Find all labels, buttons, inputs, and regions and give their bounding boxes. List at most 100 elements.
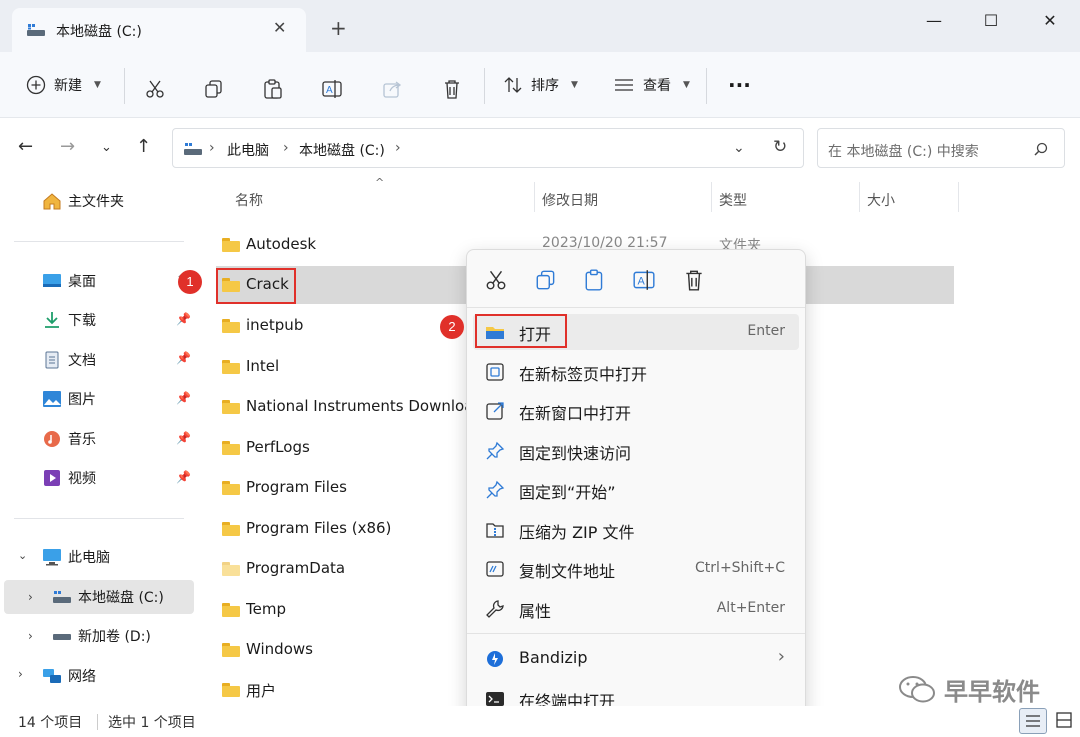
- sidebar-item-drive-d[interactable]: › 新加卷 (D:): [4, 619, 194, 653]
- maximize-button[interactable]: ☐: [971, 8, 1011, 32]
- close-button[interactable]: ✕: [1030, 8, 1070, 32]
- forward-arrow-icon[interactable]: →: [60, 136, 75, 157]
- pin-icon[interactable]: 📌: [176, 312, 191, 326]
- column-header-type[interactable]: 类型: [719, 190, 747, 210]
- tiles-view-button[interactable]: [1052, 708, 1078, 734]
- more-options-button[interactable]: ···: [728, 70, 751, 100]
- menu-item-properties[interactable]: 属性 Alt+Enter: [473, 591, 799, 627]
- menu-label: 固定到快速访问: [519, 444, 632, 463]
- new-tab-button[interactable]: +: [330, 18, 347, 38]
- chevron-down-icon: ▼: [683, 80, 690, 90]
- recent-chevron-icon[interactable]: ⌄: [101, 140, 112, 155]
- column-divider[interactable]: [859, 182, 860, 212]
- new-window-icon: [486, 402, 504, 420]
- file-name: 用户: [246, 682, 277, 700]
- pin-icon[interactable]: 📌: [176, 431, 191, 445]
- menu-label: 在新窗口中打开: [519, 404, 632, 423]
- back-arrow-icon[interactable]: ←: [18, 136, 33, 157]
- menu-item-copy-path[interactable]: 复制文件地址 Ctrl+Shift+C: [473, 551, 799, 587]
- menu-item-compress-zip[interactable]: 压缩为 ZIP 文件: [473, 512, 799, 548]
- column-divider[interactable]: [958, 182, 959, 212]
- command-bar: 新建 ▼ A 排序 ▼ 查看 ▼ ···: [0, 52, 1080, 118]
- sidebar-item-this-pc[interactable]: 此电脑: [42, 540, 237, 574]
- highlight-box-crack: [216, 268, 296, 304]
- column-header-name[interactable]: 名称: [235, 190, 263, 210]
- picture-icon: [43, 391, 61, 407]
- video-icon: [44, 470, 60, 486]
- rename-icon[interactable]: A: [321, 74, 343, 104]
- sidebar-item-desktop[interactable]: 桌面: [42, 264, 237, 298]
- address-bar[interactable]: › 此电脑 › 本地磁盘 (C:) › ⌄ ↻: [172, 128, 804, 168]
- delete-icon[interactable]: [682, 268, 706, 292]
- sidebar-label: 此电脑: [68, 550, 110, 566]
- details-view-button[interactable]: [1019, 708, 1047, 734]
- file-name: ProgramData: [246, 559, 346, 577]
- chevron-down-icon: ▼: [571, 80, 578, 90]
- file-name: Program Files (x86): [246, 519, 392, 537]
- folder-icon: [222, 683, 240, 697]
- column-divider[interactable]: [534, 182, 535, 212]
- sort-button[interactable]: 排序 ▼: [503, 70, 578, 100]
- refresh-icon[interactable]: ↻: [773, 137, 787, 157]
- breadcrumb-this-pc[interactable]: 此电脑: [227, 140, 269, 160]
- expand-chevron-icon[interactable]: ⌄: [18, 549, 27, 562]
- address-dropdown-icon[interactable]: ⌄: [733, 140, 745, 156]
- collapse-chevron-icon[interactable]: ›: [28, 629, 33, 643]
- menu-divider: [467, 307, 805, 308]
- menu-item-pin-start[interactable]: 固定到“开始”: [473, 472, 799, 508]
- cut-icon[interactable]: [144, 74, 166, 104]
- sidebar-item-drive-c[interactable]: › 本地磁盘 (C:): [4, 580, 194, 614]
- document-icon: [45, 351, 59, 369]
- menu-label: 在新标签页中打开: [519, 365, 648, 384]
- column-divider[interactable]: [711, 182, 712, 212]
- folder-icon: [222, 481, 240, 495]
- up-arrow-icon[interactable]: ↑: [136, 136, 151, 157]
- rename-icon[interactable]: A: [632, 268, 656, 292]
- minimize-button[interactable]: —: [914, 8, 954, 32]
- menu-label: 压缩为 ZIP 文件: [519, 523, 635, 542]
- item-count: 14 个项目: [18, 715, 83, 731]
- file-name: inetpub: [246, 316, 304, 334]
- tab-local-disk[interactable]: 本地磁盘 (C:) ✕: [12, 8, 306, 52]
- view-icon: [615, 79, 633, 91]
- sidebar-item-videos[interactable]: 视频: [42, 461, 237, 495]
- sidebar-item-downloads[interactable]: 下载: [42, 303, 237, 337]
- delete-icon[interactable]: [441, 74, 463, 104]
- pin-icon[interactable]: 📌: [176, 470, 191, 484]
- sidebar-item-network[interactable]: 网络: [42, 659, 237, 693]
- view-button[interactable]: 查看 ▼: [613, 70, 690, 100]
- pin-icon[interactable]: 📌: [176, 391, 191, 405]
- menu-item-open-new-window[interactable]: 在新窗口中打开: [473, 393, 799, 429]
- breadcrumb-local-disk[interactable]: 本地磁盘 (C:): [299, 140, 385, 160]
- copy-icon[interactable]: [534, 268, 558, 292]
- view-label: 查看: [643, 78, 671, 94]
- toolbar-divider: [484, 68, 485, 104]
- sidebar-divider: [14, 241, 184, 242]
- pin-icon[interactable]: 📌: [176, 351, 191, 365]
- paste-icon[interactable]: [583, 268, 607, 292]
- menu-item-bandizip[interactable]: Bandizip ›: [473, 641, 799, 677]
- menu-shortcut: Enter: [747, 323, 785, 339]
- tab-close-icon[interactable]: ✕: [273, 18, 286, 37]
- sidebar-divider: [14, 518, 184, 519]
- copy-icon[interactable]: [203, 74, 225, 104]
- sidebar-item-home[interactable]: 主文件夹: [42, 184, 237, 218]
- zip-icon: [486, 523, 504, 538]
- menu-item-open-new-tab[interactable]: 在新标签页中打开: [473, 354, 799, 390]
- sidebar-item-music[interactable]: 音乐: [42, 422, 237, 456]
- column-header-size[interactable]: 大小: [867, 190, 895, 210]
- wrench-icon: [486, 600, 504, 618]
- menu-item-pin-quick-access[interactable]: 固定到快速访问: [473, 433, 799, 469]
- share-icon[interactable]: [381, 74, 403, 104]
- new-button[interactable]: 新建 ▼: [26, 70, 101, 100]
- cut-icon[interactable]: [484, 268, 508, 292]
- search-box[interactable]: 在 本地磁盘 (C:) 中搜索: [817, 128, 1065, 168]
- sidebar-item-pictures[interactable]: 图片: [42, 382, 237, 416]
- collapse-chevron-icon[interactable]: ›: [18, 667, 23, 681]
- column-header-date[interactable]: 修改日期: [542, 190, 598, 210]
- sidebar-item-documents[interactable]: 文档: [42, 343, 237, 377]
- collapse-chevron-icon[interactable]: ›: [28, 590, 33, 604]
- new-tab-icon: [486, 363, 504, 381]
- copy-path-icon: [486, 561, 504, 577]
- paste-icon[interactable]: [262, 74, 284, 104]
